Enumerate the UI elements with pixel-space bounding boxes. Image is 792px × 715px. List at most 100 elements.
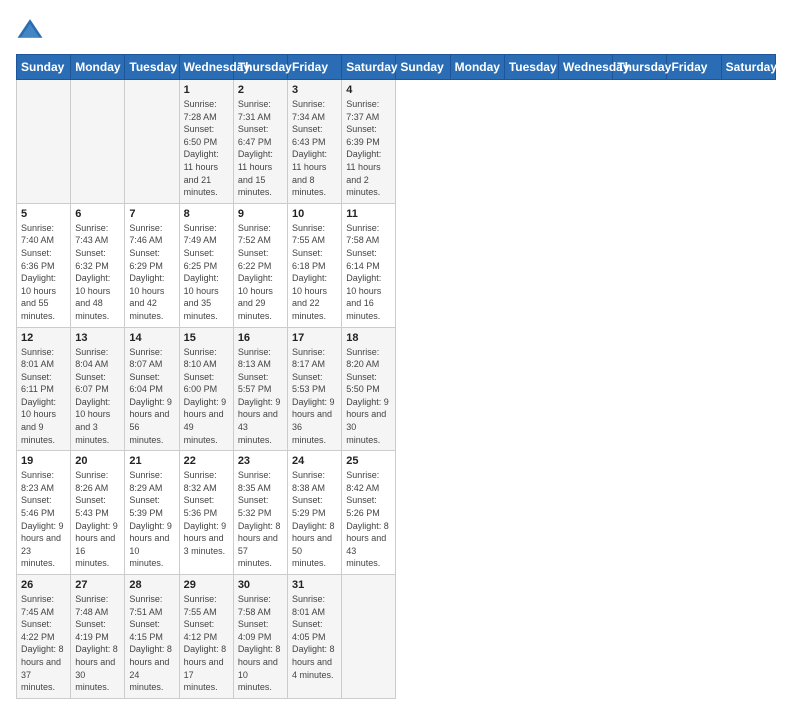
day-info: Sunrise: 7:48 AM Sunset: 4:19 PM Dayligh…	[75, 593, 120, 694]
day-info: Sunrise: 7:45 AM Sunset: 4:22 PM Dayligh…	[21, 593, 66, 694]
day-info: Sunrise: 7:49 AM Sunset: 6:25 PM Dayligh…	[184, 222, 229, 323]
day-number: 15	[184, 332, 229, 344]
calendar-cell: 25 Sunrise: 8:42 AM Sunset: 5:26 PM Dayli…	[342, 451, 396, 575]
calendar-cell: 19 Sunrise: 8:23 AM Sunset: 5:46 PM Dayli…	[17, 451, 71, 575]
day-info: Sunrise: 8:01 AM Sunset: 6:11 PM Dayligh…	[21, 346, 66, 447]
day-info: Sunrise: 8:20 AM Sunset: 5:50 PM Dayligh…	[346, 346, 391, 447]
calendar-cell: 12 Sunrise: 8:01 AM Sunset: 6:11 PM Dayli…	[17, 327, 71, 451]
day-number: 20	[75, 455, 120, 467]
calendar-cell: 16 Sunrise: 8:13 AM Sunset: 5:57 PM Dayli…	[233, 327, 287, 451]
day-info: Sunrise: 8:29 AM Sunset: 5:39 PM Dayligh…	[129, 469, 174, 570]
day-info: Sunrise: 7:37 AM Sunset: 6:39 PM Dayligh…	[346, 98, 391, 199]
calendar-header-row: SundayMondayTuesdayWednesdayThursdayFrid…	[17, 55, 776, 80]
day-number: 14	[129, 332, 174, 344]
day-info: Sunrise: 8:07 AM Sunset: 6:04 PM Dayligh…	[129, 346, 174, 447]
calendar-cell: 21 Sunrise: 8:29 AM Sunset: 5:39 PM Dayli…	[125, 451, 179, 575]
day-info: Sunrise: 8:38 AM Sunset: 5:29 PM Dayligh…	[292, 469, 337, 570]
day-info: Sunrise: 8:32 AM Sunset: 5:36 PM Dayligh…	[184, 469, 229, 557]
day-info: Sunrise: 8:35 AM Sunset: 5:32 PM Dayligh…	[238, 469, 283, 570]
day-number: 3	[292, 84, 337, 96]
day-number: 4	[346, 84, 391, 96]
calendar-cell: 7Sunrise: 7:46 AM Sunset: 6:29 PM Daylig…	[125, 203, 179, 327]
page-header	[16, 16, 776, 44]
day-number: 6	[75, 208, 120, 220]
calendar-cell: 6 Sunrise: 7:43 AM Sunset: 6:32 PM Daylig…	[71, 203, 125, 327]
day-number: 24	[292, 455, 337, 467]
day-of-week-header: Sunday	[17, 55, 71, 80]
day-number: 19	[21, 455, 66, 467]
calendar-cell: 4 Sunrise: 7:37 AM Sunset: 6:39 PM Daylig…	[342, 80, 396, 204]
calendar-cell	[342, 575, 396, 699]
calendar-cell: 18Sunrise: 8:20 AM Sunset: 5:50 PM Dayli…	[342, 327, 396, 451]
day-number: 13	[75, 332, 120, 344]
calendar-cell: 23Sunrise: 8:35 AM Sunset: 5:32 PM Dayli…	[233, 451, 287, 575]
calendar-week-row: 1 Sunrise: 7:28 AM Sunset: 6:50 PM Daylig…	[17, 80, 776, 204]
day-of-week-header: Friday	[288, 55, 342, 80]
day-info: Sunrise: 7:51 AM Sunset: 4:15 PM Dayligh…	[129, 593, 174, 694]
logo	[16, 16, 48, 44]
day-info: Sunrise: 7:46 AM Sunset: 6:29 PM Dayligh…	[129, 222, 174, 323]
day-info: Sunrise: 7:58 AM Sunset: 4:09 PM Dayligh…	[238, 593, 283, 694]
day-number: 27	[75, 579, 120, 591]
calendar-cell: 31 Sunrise: 8:01 AM Sunset: 4:05 PM Dayli…	[288, 575, 342, 699]
calendar-cell: 5 Sunrise: 7:40 AM Sunset: 6:36 PM Daylig…	[17, 203, 71, 327]
calendar-cell: 14 Sunrise: 8:07 AM Sunset: 6:04 PM Dayli…	[125, 327, 179, 451]
day-info: Sunrise: 8:01 AM Sunset: 4:05 PM Dayligh…	[292, 593, 337, 681]
day-number: 1	[184, 84, 229, 96]
day-info: Sunrise: 8:42 AM Sunset: 5:26 PM Dayligh…	[346, 469, 391, 570]
day-of-week-header: Tuesday	[125, 55, 179, 80]
calendar-cell: 15 Sunrise: 8:10 AM Sunset: 6:00 PM Dayli…	[179, 327, 233, 451]
calendar-cell: 8 Sunrise: 7:49 AM Sunset: 6:25 PM Daylig…	[179, 203, 233, 327]
day-info: Sunrise: 7:55 AM Sunset: 6:18 PM Dayligh…	[292, 222, 337, 323]
day-of-week-header: Tuesday	[504, 55, 558, 80]
day-info: Sunrise: 7:40 AM Sunset: 6:36 PM Dayligh…	[21, 222, 66, 323]
day-of-week-header: Monday	[450, 55, 504, 80]
day-number: 8	[184, 208, 229, 220]
day-number: 2	[238, 84, 283, 96]
calendar-cell: 29 Sunrise: 7:55 AM Sunset: 4:12 PM Dayli…	[179, 575, 233, 699]
day-number: 5	[21, 208, 66, 220]
calendar-week-row: 26 Sunrise: 7:45 AM Sunset: 4:22 PM Dayli…	[17, 575, 776, 699]
day-of-week-header: Monday	[71, 55, 125, 80]
day-info: Sunrise: 8:23 AM Sunset: 5:46 PM Dayligh…	[21, 469, 66, 570]
day-of-week-header: Wednesday	[559, 55, 613, 80]
day-number: 31	[292, 579, 337, 591]
calendar-cell	[125, 80, 179, 204]
day-of-week-header: Saturday	[342, 55, 396, 80]
day-info: Sunrise: 8:26 AM Sunset: 5:43 PM Dayligh…	[75, 469, 120, 570]
calendar-week-row: 19 Sunrise: 8:23 AM Sunset: 5:46 PM Dayli…	[17, 451, 776, 575]
day-number: 26	[21, 579, 66, 591]
day-number: 29	[184, 579, 229, 591]
calendar-week-row: 12 Sunrise: 8:01 AM Sunset: 6:11 PM Dayli…	[17, 327, 776, 451]
day-number: 28	[129, 579, 174, 591]
day-info: Sunrise: 8:04 AM Sunset: 6:07 PM Dayligh…	[75, 346, 120, 447]
day-info: Sunrise: 7:58 AM Sunset: 6:14 PM Dayligh…	[346, 222, 391, 323]
calendar-table: SundayMondayTuesdayWednesdayThursdayFrid…	[16, 54, 776, 699]
calendar-cell	[17, 80, 71, 204]
day-number: 22	[184, 455, 229, 467]
day-of-week-header: Thursday	[233, 55, 287, 80]
day-of-week-header: Friday	[667, 55, 721, 80]
day-of-week-header: Saturday	[721, 55, 775, 80]
day-info: Sunrise: 7:43 AM Sunset: 6:32 PM Dayligh…	[75, 222, 120, 323]
day-number: 21	[129, 455, 174, 467]
calendar-cell: 20 Sunrise: 8:26 AM Sunset: 5:43 PM Dayli…	[71, 451, 125, 575]
day-info: Sunrise: 7:34 AM Sunset: 6:43 PM Dayligh…	[292, 98, 337, 199]
day-info: Sunrise: 8:13 AM Sunset: 5:57 PM Dayligh…	[238, 346, 283, 447]
day-info: Sunrise: 7:55 AM Sunset: 4:12 PM Dayligh…	[184, 593, 229, 694]
day-number: 12	[21, 332, 66, 344]
day-number: 11	[346, 208, 391, 220]
day-info: Sunrise: 8:17 AM Sunset: 5:53 PM Dayligh…	[292, 346, 337, 447]
day-of-week-header: Sunday	[396, 55, 450, 80]
day-of-week-header: Thursday	[613, 55, 667, 80]
calendar-cell: 11 Sunrise: 7:58 AM Sunset: 6:14 PM Dayli…	[342, 203, 396, 327]
day-info: Sunrise: 8:10 AM Sunset: 6:00 PM Dayligh…	[184, 346, 229, 447]
day-number: 25	[346, 455, 391, 467]
calendar-cell	[71, 80, 125, 204]
calendar-cell: 30Sunrise: 7:58 AM Sunset: 4:09 PM Dayli…	[233, 575, 287, 699]
calendar-cell: 22 Sunrise: 8:32 AM Sunset: 5:36 PM Dayli…	[179, 451, 233, 575]
day-info: Sunrise: 7:28 AM Sunset: 6:50 PM Dayligh…	[184, 98, 229, 199]
calendar-cell: 26 Sunrise: 7:45 AM Sunset: 4:22 PM Dayli…	[17, 575, 71, 699]
day-number: 10	[292, 208, 337, 220]
day-number: 16	[238, 332, 283, 344]
